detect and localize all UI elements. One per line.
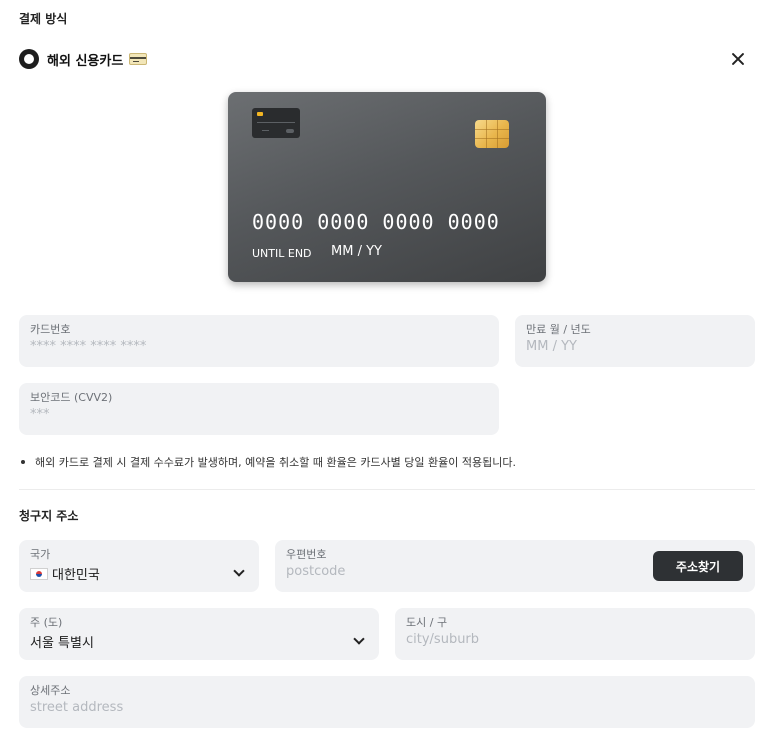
state-label: 주 (도) [30, 616, 63, 629]
country-value: 대한민국 [52, 568, 100, 583]
card-chip-icon [475, 120, 509, 148]
chevron-down-icon[interactable] [353, 633, 365, 645]
city-field[interactable]: 도시 / 구 city/suburb [395, 608, 755, 660]
postcode-input[interactable]: postcode [286, 564, 345, 579]
cvv-field[interactable]: 보안코드 (CVV2) *** [19, 383, 499, 435]
street-input[interactable]: street address [30, 700, 123, 715]
expiry-field[interactable]: 만료 월 / 년도 MM / YY [515, 315, 755, 367]
payment-section-title: 결제 방식 [19, 12, 68, 26]
street-field[interactable]: 상세주소 street address [19, 676, 755, 728]
bullet-icon [21, 460, 25, 464]
close-icon[interactable] [727, 48, 749, 70]
chevron-down-icon[interactable] [233, 565, 245, 577]
payment-method-row[interactable]: 해외 신용카드 [19, 48, 757, 70]
cvv-input[interactable]: *** [30, 407, 50, 422]
credit-card-icon [129, 53, 148, 65]
postcode-field[interactable]: 우편번호 postcode 주소찾기 [275, 540, 755, 592]
card-preview: 0000 0000 0000 0000 UNTIL END MM / YY [228, 92, 546, 282]
card-number-label: 카드번호 [30, 323, 71, 336]
card-logo-icon [252, 108, 300, 138]
card-preview-number: 0000 0000 0000 0000 [252, 210, 500, 234]
expiry-input[interactable]: MM / YY [526, 339, 577, 354]
expiry-label: 만료 월 / 년도 [526, 323, 591, 336]
radio-selected-icon[interactable] [19, 49, 39, 69]
address-search-button[interactable]: 주소찾기 [653, 551, 743, 581]
country-label: 국가 [30, 548, 51, 561]
card-number-field[interactable]: 카드번호 **** **** **** **** [19, 315, 499, 367]
fee-notice: 해외 카드로 결제 시 결제 수수료가 발생하며, 예약을 취소할 때 환율은 … [19, 454, 516, 470]
card-number-input[interactable]: **** **** **** **** [30, 339, 146, 354]
billing-section-title: 청구지 주소 [19, 509, 79, 523]
street-label: 상세주소 [30, 684, 71, 697]
postcode-label: 우편번호 [286, 548, 327, 561]
state-value: 서울 특별시 [30, 636, 94, 651]
cvv-label: 보안코드 (CVV2) [30, 391, 113, 404]
city-label: 도시 / 구 [406, 616, 448, 629]
fee-notice-text: 해외 카드로 결제 시 결제 수수료가 발생하며, 예약을 취소할 때 환율은 … [35, 456, 516, 469]
city-input[interactable]: city/suburb [406, 632, 479, 647]
korea-flag-icon [30, 568, 48, 580]
card-preview-until-label: UNTIL END [252, 247, 312, 260]
country-select[interactable]: 국가 대한민국 [19, 540, 259, 592]
payment-method-label: 해외 신용카드 [47, 53, 124, 69]
card-preview-expiry: MM / YY [331, 244, 382, 259]
divider [19, 489, 755, 490]
state-select[interactable]: 주 (도) 서울 특별시 [19, 608, 379, 660]
